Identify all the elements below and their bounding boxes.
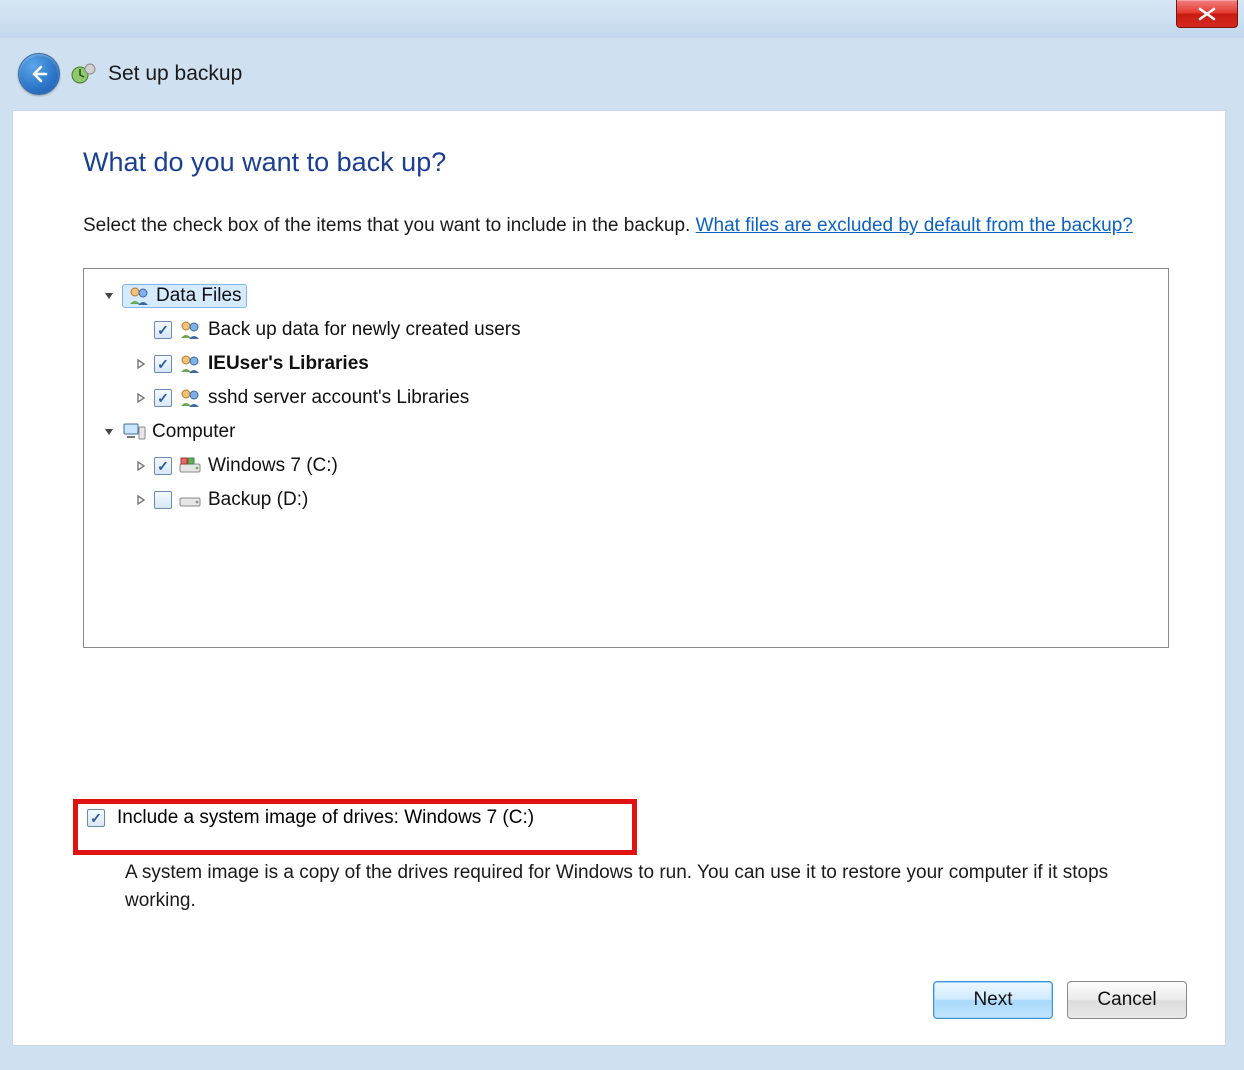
drive-icon [178,455,202,477]
backup-items-tree: Data Files ▸ Back up data for newly crea… [83,268,1169,648]
back-button[interactable] [18,53,60,95]
instruction-text: Select the check box of the items that y… [83,212,1169,240]
wizard-title: Set up backup [108,62,242,86]
tree-label: Backup (D:) [208,489,308,511]
close-button[interactable] [1176,0,1238,28]
window-titlebar [0,0,1244,38]
system-image-checkbox[interactable] [87,809,105,827]
expander-icon[interactable] [134,357,148,371]
checkbox[interactable] [154,355,172,373]
drive-icon [178,489,202,511]
users-icon [178,387,202,409]
tree-label: Data Files [156,285,242,307]
help-link[interactable]: What files are excluded by default from … [696,215,1133,236]
system-image-label: Include a system image of drives: Window… [117,807,534,829]
tree-label: IEUser's Libraries [208,353,369,375]
expander-icon[interactable] [102,425,116,439]
checkbox[interactable] [154,389,172,407]
tree-node-drive-d[interactable]: Backup (D:) [98,483,1154,517]
checkbox[interactable] [154,491,172,509]
checkbox[interactable] [154,321,172,339]
users-icon [127,285,151,307]
tree-node-computer[interactable]: Computer [98,415,1154,449]
wizard-header: Set up backup [0,38,1244,110]
checkbox[interactable] [154,457,172,475]
cancel-button[interactable]: Cancel [1067,981,1187,1019]
page-heading: What do you want to back up? [83,147,1169,178]
tree-label: sshd server account's Libraries [208,387,469,409]
users-icon [178,319,202,341]
tree-node-data-files[interactable]: Data Files [98,279,1154,313]
tree-label: Back up data for newly created users [208,319,521,341]
backup-wizard-icon [70,60,98,88]
expander-icon[interactable] [134,391,148,405]
system-image-row: Include a system image of drives: Window… [87,807,534,829]
expander-icon[interactable] [134,493,148,507]
tree-node-sshd-libraries[interactable]: sshd server account's Libraries [98,381,1154,415]
system-image-description: A system image is a copy of the drives r… [125,859,1165,914]
content-pane: What do you want to back up? Select the … [12,110,1226,1046]
computer-icon [122,421,146,443]
instruction-before-link: Select the check box of the items that y… [83,215,696,236]
next-button[interactable]: Next [933,981,1053,1019]
button-bar: Next Cancel [933,981,1187,1019]
expander-icon[interactable] [134,459,148,473]
tree-node-ieuser-libraries[interactable]: IEUser's Libraries [98,347,1154,381]
close-icon [1197,7,1217,21]
tree-node-drive-c[interactable]: Windows 7 (C:) [98,449,1154,483]
tree-node-new-users[interactable]: ▸ Back up data for newly created users [98,313,1154,347]
tree-label: Computer [152,421,235,443]
users-icon [178,353,202,375]
arrow-left-icon [28,63,50,85]
tree-label: Windows 7 (C:) [208,455,338,477]
expander-icon[interactable] [102,289,116,303]
